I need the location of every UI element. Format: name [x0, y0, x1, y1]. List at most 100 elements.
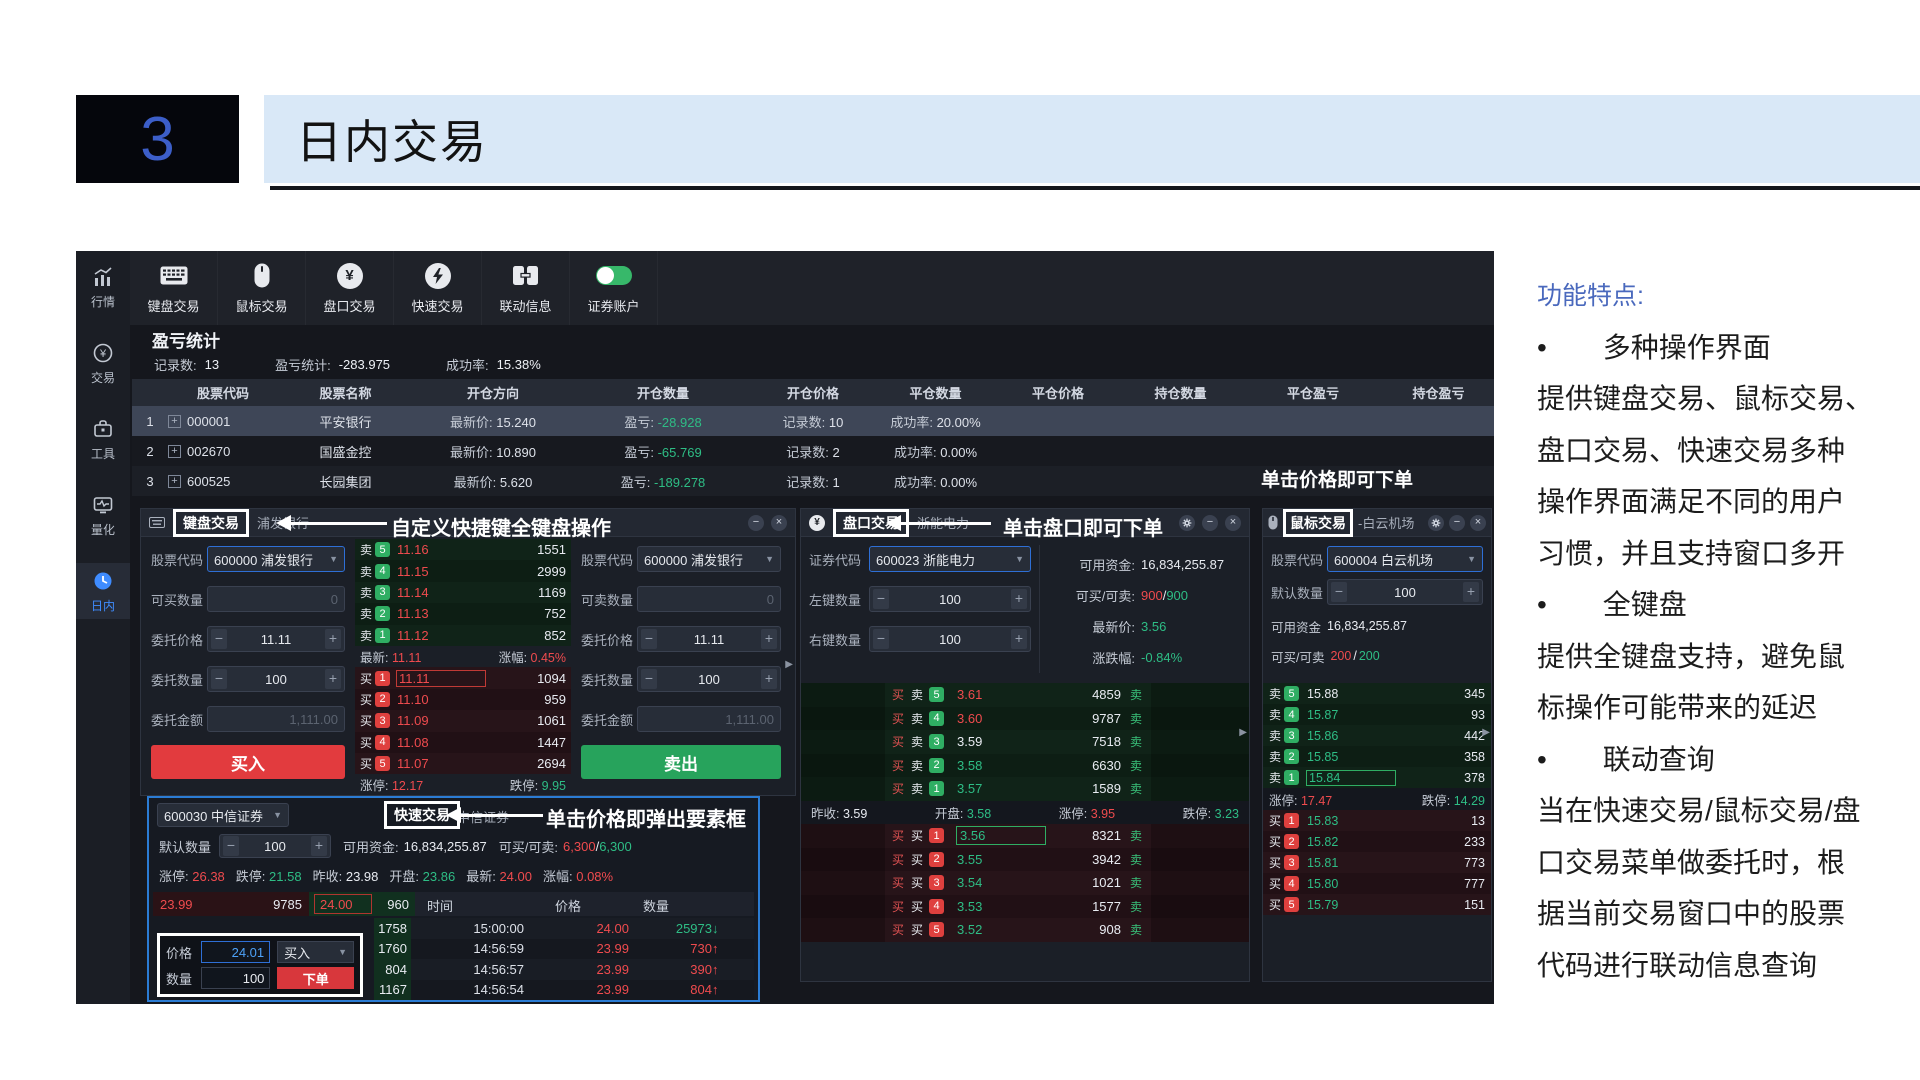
ask-row[interactable]: 卖415.8793	[1263, 704, 1491, 725]
sidebar-item-quotes[interactable]: 行情	[76, 259, 130, 315]
bid-row[interactable]: 买买53.52908卖	[801, 918, 1249, 942]
minimize-icon[interactable]: −	[1202, 515, 1218, 531]
expand-right-icon[interactable]: ▶	[785, 659, 793, 670]
stock-code-select[interactable]: 600004 白云机场▼	[1327, 546, 1483, 572]
plus-icon[interactable]: +	[761, 669, 777, 689]
sellable-qty-field[interactable]: 0	[637, 586, 781, 612]
order-amount-field[interactable]: 1,111.00	[207, 706, 345, 732]
toolbar-keyboard-trade[interactable]: 键盘交易	[130, 251, 218, 325]
expand-right-icon[interactable]: ▶	[1482, 727, 1490, 738]
account-toggle-icon[interactable]	[596, 262, 632, 290]
plus-icon[interactable]: +	[311, 836, 327, 856]
bid-row[interactable]: 买买13.568321卖	[801, 824, 1249, 848]
stock-code-select[interactable]: 600000 浦发银行▼	[207, 546, 345, 572]
selected-price-box[interactable]: 15.84	[1307, 771, 1395, 785]
ask-row[interactable]: 买卖33.597518卖	[801, 730, 1249, 754]
toolbar-broker-account[interactable]: 证券账户	[570, 251, 658, 325]
ask-row[interactable]: 卖215.85358	[1263, 746, 1491, 767]
tape-row[interactable]: 116714:56:5423.99804↑	[374, 980, 754, 1001]
toolbar-quick-trade[interactable]: 快速交易	[394, 251, 482, 325]
plus-icon[interactable]: +	[1011, 629, 1027, 649]
bid-row[interactable]: 买215.82233	[1263, 831, 1491, 852]
sell-button[interactable]: 卖出	[581, 745, 781, 779]
close-icon[interactable]: ×	[771, 515, 787, 531]
ask-row[interactable]: 卖515.88345	[1263, 683, 1491, 704]
ask-row[interactable]: 卖315.86442	[1263, 725, 1491, 746]
buy-here-button[interactable]: 买	[885, 686, 911, 703]
minimize-icon[interactable]: −	[1449, 515, 1465, 531]
close-icon[interactable]: ×	[1470, 515, 1486, 531]
plus-icon[interactable]: +	[1463, 582, 1479, 602]
bid-cell[interactable]: 23.999785	[153, 892, 309, 916]
plus-icon[interactable]: +	[325, 669, 341, 689]
sidebar-item-tools[interactable]: 工具	[76, 411, 130, 467]
bid-row[interactable]: 买415.80777	[1263, 873, 1491, 894]
bid-row[interactable]: 买311.091061	[355, 710, 571, 731]
selected-price-box[interactable]: 24.00	[314, 894, 372, 914]
stock-code-select[interactable]: 600030 中信证券▼	[157, 803, 289, 827]
bid-row[interactable]: 买111.111094	[355, 667, 571, 688]
order-qty-stepper[interactable]: −100+	[637, 666, 781, 692]
close-icon[interactable]: ×	[1225, 515, 1241, 531]
minus-icon[interactable]: −	[1331, 582, 1347, 602]
minus-icon[interactable]: −	[873, 589, 889, 609]
left-click-qty-stepper[interactable]: −100+	[869, 586, 1031, 612]
selected-price-box[interactable]: 11.11	[397, 671, 485, 686]
popup-qty-input[interactable]: 100	[201, 967, 270, 989]
toolbar-mouse-trade[interactable]: 鼠标交易	[218, 251, 306, 325]
default-qty-stepper[interactable]: −100+	[219, 834, 331, 858]
minus-icon[interactable]: −	[211, 629, 227, 649]
default-qty-stepper[interactable]: −100+	[1327, 579, 1483, 605]
sell-here-button[interactable]: 卖	[1121, 686, 1151, 703]
security-code-select[interactable]: 600023 浙能电力▼	[869, 546, 1031, 572]
table-row[interactable]: 2 +002670 国盛金控 最新价: 10.890 盈亏: -65.769 记…	[132, 436, 1494, 466]
plus-icon[interactable]: +	[325, 629, 341, 649]
bid-row[interactable]: 买115.8313	[1263, 810, 1491, 831]
minus-icon[interactable]: −	[641, 669, 657, 689]
sidebar-item-intraday[interactable]: 日内	[76, 563, 130, 619]
table-row[interactable]: 1 +000001 平安银行 最新价: 15.240 盈亏: -28.928 记…	[132, 406, 1494, 436]
ask-row[interactable]: 卖411.152999	[355, 560, 571, 581]
bid-row[interactable]: 买买23.553942卖	[801, 848, 1249, 872]
gear-icon[interactable]	[1428, 515, 1444, 531]
buyable-qty-field[interactable]: 0	[207, 586, 345, 612]
bid-row[interactable]: 买515.79151	[1263, 894, 1491, 915]
order-amount-field[interactable]: 1,111.00	[637, 706, 781, 732]
bid-row[interactable]: 买211.10959	[355, 689, 571, 710]
toolbar-book-trade[interactable]: ¥ 盘口交易	[306, 251, 394, 325]
bid-row[interactable]: 买买43.531577卖	[801, 895, 1249, 919]
minus-icon[interactable]: −	[641, 629, 657, 649]
minus-icon[interactable]: −	[223, 836, 239, 856]
expand-right-icon[interactable]: ▶	[1239, 727, 1247, 738]
order-price-stepper[interactable]: −11.11+	[637, 626, 781, 652]
minimize-icon[interactable]: −	[748, 515, 764, 531]
expand-icon[interactable]: +	[168, 445, 181, 458]
minus-icon[interactable]: −	[873, 629, 889, 649]
tape-row[interactable]: 176014:56:5923.99730↑	[374, 939, 754, 960]
minus-icon[interactable]: −	[211, 669, 227, 689]
bid-row[interactable]: 买315.81773	[1263, 852, 1491, 873]
sidebar-item-trade[interactable]: ¥ 交易	[76, 335, 130, 391]
popup-price-input[interactable]: 24.01	[201, 941, 270, 963]
toolbar-linked-info[interactable]: 联动信息	[482, 251, 570, 325]
ask-row[interactable]: 买卖13.571589卖	[801, 777, 1249, 801]
tape-row[interactable]: 80414:56:5723.99390↑	[374, 959, 754, 980]
ask-row[interactable]: 卖311.141169	[355, 582, 571, 603]
expand-icon[interactable]: +	[168, 415, 181, 428]
gear-icon[interactable]	[1179, 515, 1195, 531]
plus-icon[interactable]: +	[1011, 589, 1027, 609]
bid-row[interactable]: 买511.072694	[355, 753, 571, 774]
buy-button[interactable]: 买入	[151, 745, 345, 779]
plus-icon[interactable]: +	[761, 629, 777, 649]
expand-icon[interactable]: +	[168, 475, 181, 488]
ask-row[interactable]: 卖211.13752	[355, 603, 571, 624]
stock-code-select[interactable]: 600000 浦发银行▼	[637, 546, 781, 572]
ask-row[interactable]: 卖115.84378	[1263, 767, 1491, 788]
ask-row[interactable]: 买卖23.586630卖	[801, 754, 1249, 778]
tape-row[interactable]: 175815:00:0024.0025973↓	[374, 918, 754, 939]
selected-price-box[interactable]: 3.56	[957, 827, 1045, 844]
ask-row[interactable]: 买卖53.614859卖	[801, 683, 1249, 707]
ask-row[interactable]: 买卖43.609787卖	[801, 707, 1249, 731]
right-click-qty-stepper[interactable]: −100+	[869, 626, 1031, 652]
bid-row[interactable]: 买买33.541021卖	[801, 871, 1249, 895]
